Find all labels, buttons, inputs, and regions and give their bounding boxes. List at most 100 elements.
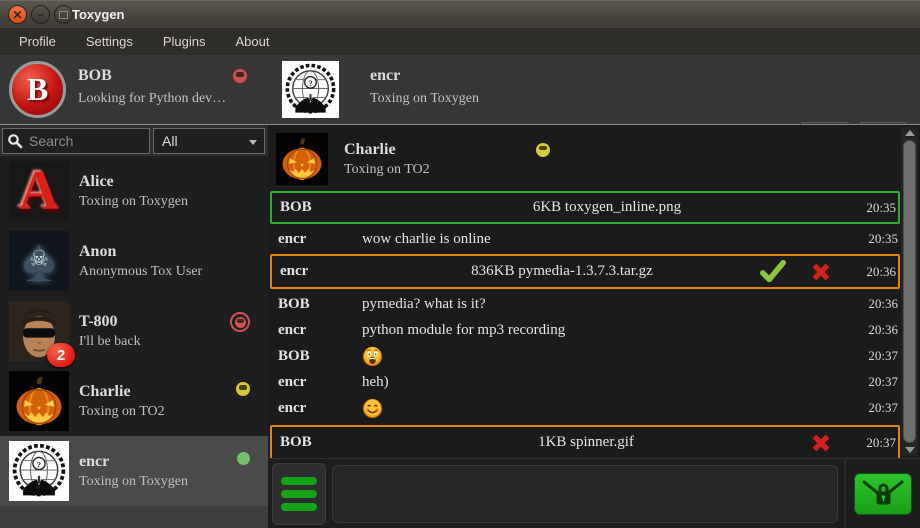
maximize-button[interactable] — [54, 5, 73, 24]
self-name[interactable]: BOB — [78, 67, 112, 85]
contact-name: encr — [79, 453, 188, 471]
window-title: Toxygen — [72, 1, 125, 29]
menu-settings[interactable]: Settings — [71, 30, 148, 53]
contact-status-message: Toxing on Toxygen — [79, 194, 188, 210]
avatar-charlie-pumpkin — [276, 133, 328, 185]
message-sender: BOB — [272, 199, 364, 216]
sidebar-contact-charlie[interactable]: Charlie Toxing on TO2 — [0, 366, 268, 436]
message-input[interactable] — [332, 465, 838, 523]
contact-filter-value: All — [162, 133, 178, 149]
scroll-up-button[interactable] — [901, 127, 918, 139]
sidebar-contact-encr[interactable]: encr Toxing on Toxygen — [0, 436, 268, 506]
sidebar-contact-t800[interactable]: 2 T-800 I'll be back — [0, 296, 268, 366]
chevron-down-icon — [249, 140, 257, 145]
avatar-encr-anon — [9, 441, 69, 501]
cross-icon — [808, 259, 834, 285]
contact-name: Alice — [79, 173, 188, 191]
message-sender: BOB — [270, 296, 362, 313]
card-contact-status-message: Toxing on TO2 — [344, 162, 550, 178]
send-area — [844, 459, 920, 528]
sidebar-contact-alice[interactable]: A Alice Toxing on Toxygen — [0, 156, 268, 226]
file-transfer-label: 1KB spinner.gif — [364, 434, 808, 451]
contact-status-message: Toxing on TO2 — [79, 404, 165, 420]
menu-plugins[interactable]: Plugins — [148, 30, 221, 53]
message-sender: BOB — [272, 434, 364, 451]
self-avatar[interactable]: B — [9, 61, 66, 118]
contact-filter-dropdown[interactable]: All — [153, 128, 265, 154]
message-time: 20:35 — [850, 200, 898, 216]
message-row: BOB pymedia? what is it? 20:36 — [270, 291, 900, 317]
scroll-down-button[interactable] — [901, 444, 918, 456]
cross-icon — [808, 430, 834, 456]
avatar-charlie-pumpkin — [9, 371, 69, 431]
message-sender: encr — [272, 263, 364, 280]
file-transfer-row[interactable]: BOB 1KB spinner.gif 20:37 — [270, 425, 900, 460]
message-time: 20:37 — [850, 435, 898, 451]
message-text: python module for mp3 recording — [362, 322, 852, 339]
file-transfer-label: 836KB pymedia-1.3.7.3.tar.gz — [364, 263, 760, 280]
card-contact-name: Charlie — [344, 141, 396, 159]
message-row: encr 20:37 — [270, 395, 900, 421]
encrypted-send-icon — [861, 479, 905, 509]
online-status-icon — [237, 452, 250, 465]
contact-list: A Alice Toxing on Toxygen ♠☠ Anon Anonym… — [0, 156, 268, 506]
away-status-icon — [236, 382, 250, 396]
header-row: B BOB Looking for Python dev… encr Toxin… — [0, 55, 920, 125]
chat-contact-status-message: Toxing on Toxygen — [370, 91, 479, 107]
message-emoji — [362, 398, 852, 419]
contact-status-message: Anonymous Tox User — [79, 264, 202, 280]
avatar-anon-spade: ♠☠ — [9, 231, 69, 291]
message-time: 20:35 — [852, 231, 900, 247]
contact-name: T-800 — [79, 313, 141, 331]
search-input[interactable] — [27, 132, 141, 150]
message-time: 20:36 — [852, 322, 900, 338]
cancel-transfer-button[interactable] — [808, 259, 834, 285]
contact-name: Anon — [79, 243, 202, 261]
message-sender: BOB — [270, 348, 362, 365]
search-row: All — [0, 125, 268, 156]
search-box — [2, 128, 150, 154]
close-button[interactable]: ✕ — [8, 5, 27, 24]
menu-profile[interactable]: Profile — [4, 30, 71, 53]
message-emoji — [362, 346, 852, 367]
check-icon — [760, 259, 786, 285]
file-transfer-row[interactable]: BOB 6KB toxygen_inline.png 20:35 — [270, 191, 900, 224]
message-text: pymedia? what is it? — [362, 296, 852, 313]
cancel-transfer-button[interactable] — [808, 430, 834, 456]
attachments-menu-button[interactable] — [272, 463, 326, 525]
chat-pane: Charlie Toxing on TO2 BOB 6KB toxygen_in… — [268, 125, 920, 528]
avatar-t800: 2 — [9, 301, 69, 361]
message-time: 20:36 — [850, 264, 898, 280]
message-row: encr heh) 20:37 — [270, 369, 900, 395]
file-transfer-row[interactable]: encr 836KB pymedia-1.3.7.3.tar.gz 20:36 — [270, 254, 900, 289]
inline-contact-card-charlie[interactable]: Charlie Toxing on TO2 — [276, 131, 912, 187]
messages-scrollbar[interactable] — [901, 127, 918, 456]
away-status-icon — [536, 143, 550, 157]
message-text: heh) — [362, 374, 852, 391]
message-sender: encr — [270, 322, 362, 339]
minimize-button[interactable]: − — [31, 5, 50, 24]
scrollbar-thumb[interactable] — [903, 140, 916, 443]
contact-status-message: I'll be back — [79, 334, 141, 350]
sidebar-contact-anon[interactable]: ♠☠ Anon Anonymous Tox User — [0, 226, 268, 296]
message-sender: encr — [270, 400, 362, 417]
message-row: BOB 20:37 — [270, 343, 900, 369]
self-busy-status-icon[interactable] — [233, 69, 247, 83]
chat-contact-name: encr — [370, 67, 400, 85]
menu-about[interactable]: About — [220, 30, 284, 53]
message-text: wow charlie is online — [362, 231, 852, 248]
sidebar: All A Alice Toxing on Toxygen ♠☠ Anon — [0, 125, 268, 528]
menu-bar: Profile Settings Plugins About — [0, 28, 920, 55]
message-time: 20:37 — [852, 348, 900, 364]
message-sender: encr — [270, 231, 362, 248]
message-sender: encr — [270, 374, 362, 391]
accept-transfer-button[interactable] — [760, 259, 786, 285]
message-time: 20:37 — [852, 400, 900, 416]
message-time: 20:37 — [852, 374, 900, 390]
send-button[interactable] — [854, 473, 912, 515]
contact-name: Charlie — [79, 383, 165, 401]
smile-smiley-icon — [362, 398, 383, 419]
self-status-message[interactable]: Looking for Python dev… — [78, 91, 226, 107]
title-bar: ✕ − Toxygen — [0, 0, 920, 28]
unread-messages-badge: 2 — [47, 343, 75, 367]
